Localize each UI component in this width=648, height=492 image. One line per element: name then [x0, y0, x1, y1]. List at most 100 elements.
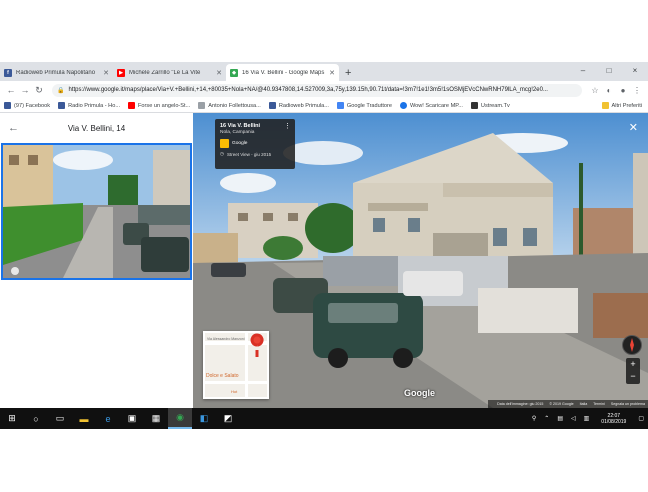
bookmark-item[interactable]: Forse un angelo-St... — [128, 102, 190, 109]
attribution-bar: Data dell'immagine: giu 2015 © 2019 Goog… — [488, 400, 648, 408]
new-tab-button[interactable]: + — [339, 64, 357, 81]
address-bar[interactable]: 🔒 https://www.google.it/maps/place/Via+V… — [52, 83, 582, 97]
other-bookmarks[interactable]: Altri Preferiti — [601, 102, 642, 109]
file-explorer-icon[interactable]: ▬ — [72, 408, 96, 429]
bookmark-item[interactable]: Radioweb Primula... — [268, 102, 329, 109]
bookmark-label: Radio Primula - Ho... — [68, 102, 120, 109]
bookmark-item[interactable]: Antonio Follettousa... — [198, 102, 261, 109]
bookmark-label: Forse un angelo-St... — [138, 102, 191, 109]
zoom-in-button[interactable]: + — [626, 358, 640, 370]
forward-arrow-icon[interactable]: → — [18, 85, 32, 95]
left-panel: ← Via V. Bellini, 14 — [0, 113, 193, 408]
bookmark-label: Google Traduttore — [346, 102, 392, 109]
attribution-link[interactable]: Italia — [580, 402, 588, 406]
bookmark-item[interactable]: Wow! Scaricare MP... — [399, 102, 463, 109]
profile-icon[interactable]: ● — [616, 86, 630, 95]
more-options-icon[interactable]: ⋮ — [284, 122, 291, 130]
facebook-icon — [58, 102, 66, 109]
street-view-info-card: 16 Via V. Bellini Nola, Campania Google … — [215, 119, 295, 169]
notification-icon[interactable]: ▢ — [638, 415, 644, 422]
task-view-icon[interactable]: ▭ — [48, 408, 72, 429]
translate-icon — [336, 102, 344, 109]
start-button[interactable]: ⊞ — [0, 408, 24, 429]
bookmark-label: Ustream.Tv — [480, 102, 510, 109]
ustream-icon — [470, 102, 478, 109]
zoom-out-button[interactable]: − — [626, 370, 640, 382]
clock[interactable]: 22:07 01/08/2019 — [601, 413, 626, 425]
close-tab-icon[interactable]: ✕ — [329, 69, 335, 77]
menu-icon[interactable]: ⋮ — [630, 86, 644, 95]
window-controls: – □ × — [570, 62, 648, 81]
bookmark-star-icon[interactable]: ☆ — [588, 86, 602, 95]
attribution-text: © 2019 Google — [549, 402, 574, 406]
bookmark-item[interactable]: Google Traduttore — [336, 102, 392, 109]
bookmarks-bar: (97) Facebook Radio Primula - Ho... Fors… — [0, 99, 648, 113]
info-capture[interactable]: ◷ Street View - giu 2015 — [220, 151, 290, 157]
minimap-place-label: Dolce e Salato — [206, 373, 239, 379]
facebook-icon — [268, 102, 276, 109]
close-street-view-icon[interactable]: ✕ — [629, 121, 638, 134]
attribution-link[interactable]: Termini — [593, 402, 605, 406]
search-icon[interactable]: ○ — [24, 408, 48, 429]
tab-strip: f Radioweb Primula Napolitano ✕ ▶ Michel… — [0, 62, 648, 81]
zoom-control: + − — [626, 358, 640, 384]
back-arrow-icon[interactable]: ← — [8, 122, 28, 134]
compass-icon[interactable] — [622, 335, 642, 355]
chevron-up-icon[interactable]: ⌃ — [544, 415, 549, 422]
attribution-text: Data dell'immagine: giu 2015 — [497, 402, 544, 406]
reload-icon[interactable]: ↻ — [32, 85, 46, 96]
bookmark-item[interactable]: Ustream.Tv — [470, 102, 510, 109]
close-window-button[interactable]: × — [622, 62, 648, 81]
close-tab-icon[interactable]: ✕ — [103, 69, 109, 77]
keyboard-icon[interactable]: ▥ — [584, 415, 590, 422]
app-icon[interactable]: ◩ — [216, 408, 240, 429]
tab-label: Michele Zarrillo "Le La Vite — [129, 69, 201, 76]
bookmark-item[interactable]: (97) Facebook — [4, 102, 50, 109]
attribution-link[interactable]: Segnala un problema — [611, 402, 645, 406]
bookmark-label: (97) Facebook — [14, 102, 51, 109]
chrome-icon[interactable]: ◉ — [168, 408, 192, 429]
store-icon[interactable]: ▣ — [120, 408, 144, 429]
youtube-icon: ▶ — [117, 68, 125, 77]
lock-icon: 🔒 — [57, 87, 65, 94]
minimap-street-label: Via Alessandro Manzoni — [207, 337, 245, 341]
bookmark-label: Radioweb Primula... — [278, 102, 329, 109]
minimap-image — [205, 333, 267, 397]
back-arrow-icon[interactable]: ← — [4, 85, 18, 95]
minimap[interactable]: Via Alessandro Manzoni Dolce e Salato Ho… — [203, 331, 269, 399]
bookmark-item[interactable]: Radio Primula - Ho... — [58, 102, 120, 109]
bookmark-label: Antonio Follettousa... — [208, 102, 261, 109]
app-icon[interactable]: ◧ — [192, 408, 216, 429]
page-icon — [198, 102, 206, 109]
close-tab-icon[interactable]: ✕ — [216, 69, 222, 77]
person-icon[interactable]: ⚲ — [532, 415, 536, 422]
app-icon[interactable]: ▦ — [144, 408, 168, 429]
bookmark-label: Altri Preferiti — [611, 102, 642, 109]
street-view[interactable]: 16 Via V. Bellini Nola, Campania Google … — [193, 113, 648, 408]
volume-icon[interactable]: ◁ — [571, 415, 576, 422]
facebook-icon — [4, 102, 11, 109]
browser-toolbar: ← → ↻ 🔒 https://www.google.it/maps/place… — [0, 81, 648, 99]
youtube-icon — [128, 102, 135, 109]
minimap-place-label: Hot — [231, 389, 238, 394]
tab-label: Radioweb Primula Napolitano — [16, 69, 96, 76]
tab-radioweb[interactable]: f Radioweb Primula Napolitano ✕ — [0, 64, 113, 81]
browser-window: f Radioweb Primula Napolitano ✕ ▶ Michel… — [0, 62, 648, 429]
clock-icon: ◷ — [220, 151, 224, 156]
google-logo: Google — [404, 388, 435, 398]
tab-label: 16 Via V. Bellini - Google Maps — [242, 69, 325, 76]
extension-icon[interactable]: ◐ — [602, 86, 616, 95]
street-view-thumbnail[interactable] — [1, 143, 192, 280]
folder-icon — [601, 102, 609, 109]
maximize-button[interactable]: □ — [596, 62, 622, 81]
tab-youtube[interactable]: ▶ Michele Zarrillo "Le La Vite ✕ — [113, 64, 226, 81]
google-photo-icon — [220, 139, 229, 148]
tab-google-maps[interactable]: ◆ 16 Via V. Bellini - Google Maps ✕ — [226, 64, 339, 81]
panel-blank — [0, 281, 193, 408]
network-icon[interactable]: ▤ — [557, 415, 563, 422]
bookmark-label: Wow! Scaricare MP... — [409, 102, 463, 109]
info-address: 16 Via V. Bellini — [220, 123, 261, 129]
minimize-button[interactable]: – — [570, 62, 596, 81]
edge-icon[interactable]: e — [96, 408, 120, 429]
clock-date: 01/08/2019 — [601, 418, 627, 425]
